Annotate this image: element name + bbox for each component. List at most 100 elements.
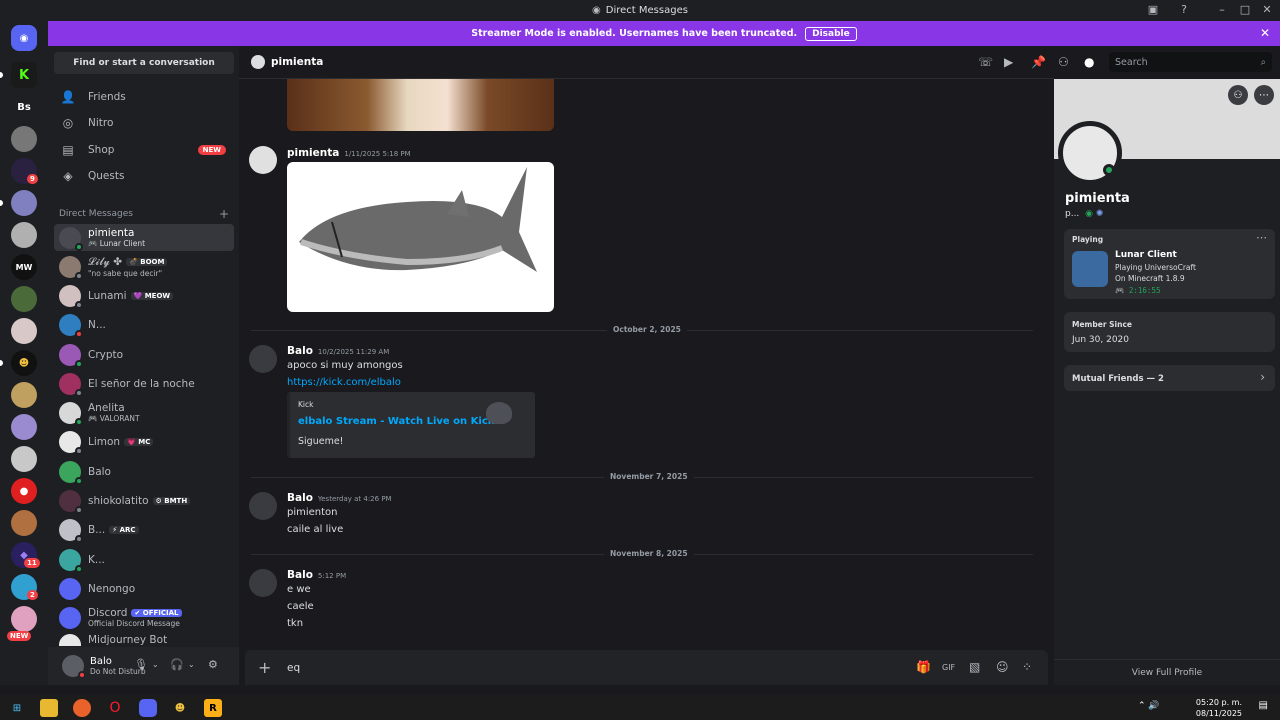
member-since-card: Member Since Jun 30, 2020: [1064, 312, 1275, 352]
more-icon[interactable]: ⋯: [1256, 231, 1267, 244]
server-kick[interactable]: K: [11, 62, 37, 88]
message-author[interactable]: Balo 10/2/2025 11:29 AM: [287, 345, 389, 357]
dm-item[interactable]: B... ⚡ ARC: [54, 516, 234, 543]
avatar[interactable]: [1058, 121, 1122, 185]
pin-icon[interactable]: 📌: [1031, 55, 1046, 69]
find-conversation-button[interactable]: Find or start a conversation: [54, 52, 234, 74]
dm-item[interactable]: 𝓛𝓲𝓵𝔂 ✤ 💣 BOOM "no sabe que decir": [54, 253, 234, 280]
server-icon[interactable]: [11, 446, 37, 472]
server-icon[interactable]: [11, 222, 37, 248]
message-author[interactable]: Balo 5:12 PM: [287, 569, 346, 581]
firefox-icon[interactable]: [73, 699, 91, 717]
close-icon[interactable]: ✕: [1260, 26, 1270, 40]
message-author[interactable]: Balo Yesterday at 4:26 PM: [287, 492, 392, 504]
notifications-icon[interactable]: ▤: [1259, 700, 1268, 711]
dm-item[interactable]: Anelita 🎮 VALORANT: [54, 399, 234, 426]
avatar: [59, 518, 83, 543]
dm-item[interactable]: pimienta 🎮 Lunar Client: [54, 224, 234, 251]
chevron-down-icon[interactable]: ⌄: [188, 660, 195, 669]
rockstar-icon[interactable]: R: [204, 699, 222, 717]
inbox-icon[interactable]: ▣: [1146, 3, 1160, 17]
discord-taskbar-icon[interactable]: [139, 699, 157, 717]
member-since-label: Member Since: [1072, 320, 1132, 329]
message-input[interactable]: eq: [287, 662, 300, 674]
search-input[interactable]: Search ⌕: [1109, 52, 1272, 72]
avatar[interactable]: [249, 492, 277, 520]
new-badge: NEW: [197, 145, 226, 155]
dm-item[interactable]: Crypto: [54, 341, 234, 368]
avatar[interactable]: [249, 345, 277, 373]
server-bs[interactable]: Bs: [11, 94, 37, 120]
chevron-down-icon[interactable]: ⌄: [152, 660, 159, 669]
message-author[interactable]: pimienta 1/11/2025 5:18 PM: [287, 147, 411, 159]
server-icon[interactable]: [11, 606, 37, 632]
avatar[interactable]: [62, 655, 86, 679]
mutual-friends-card[interactable]: Mutual Friends — 2 ›: [1064, 365, 1275, 391]
server-icon[interactable]: [11, 382, 37, 408]
phone-icon[interactable]: ☏: [978, 55, 993, 69]
add-friend-icon[interactable]: ⚇: [1228, 85, 1248, 105]
gif-icon[interactable]: GIF: [942, 663, 955, 672]
emoji-icon[interactable]: ☺: [996, 660, 1009, 674]
avatar: [59, 401, 83, 426]
file-explorer-icon[interactable]: [40, 699, 58, 717]
apps-icon[interactable]: ⁘: [1022, 660, 1032, 674]
nav-nitro[interactable]: ◎ Nitro: [58, 112, 238, 134]
app-icon[interactable]: ☻: [171, 699, 189, 717]
video-icon[interactable]: ▶: [1004, 55, 1013, 69]
image-attachment[interactable]: [287, 79, 554, 131]
image-attachment[interactable]: [287, 162, 554, 312]
dm-item[interactable]: Midjourney Bot: [54, 634, 234, 646]
chevron-right-icon: ›: [1260, 370, 1265, 384]
nav-quests[interactable]: ◈ Quests: [58, 165, 238, 187]
server-icon[interactable]: [11, 126, 37, 152]
gear-icon[interactable]: ⚙: [208, 658, 218, 671]
clock[interactable]: 05:20 p. m. 08/11/2025: [1196, 697, 1242, 719]
more-icon[interactable]: ⋯: [1254, 85, 1274, 105]
avatar[interactable]: [249, 146, 277, 174]
server-icon[interactable]: [11, 286, 37, 312]
add-friends-icon[interactable]: ⚇: [1058, 55, 1069, 69]
server-icon[interactable]: [11, 414, 37, 440]
disable-button[interactable]: Disable: [805, 26, 857, 41]
dm-item[interactable]: Nenongo: [54, 575, 234, 602]
avatar[interactable]: [249, 569, 277, 597]
dm-item[interactable]: shiokolatito ⚙ BMTH: [54, 487, 234, 514]
server-icon[interactable]: [11, 318, 37, 344]
banner-text: Streamer Mode is enabled. Usernames have…: [471, 28, 798, 39]
create-dm-icon[interactable]: +: [219, 207, 229, 221]
dm-item[interactable]: Discord ✔ OFFICIAL Official Discord Messag…: [54, 604, 234, 631]
dm-item[interactable]: N...: [54, 311, 234, 338]
nav-shop[interactable]: ▤ Shop NEW: [58, 139, 238, 161]
user-profile-icon[interactable]: ●: [1084, 55, 1094, 69]
headphones-icon[interactable]: 🎧: [170, 658, 184, 671]
server-icon[interactable]: [11, 510, 37, 536]
nav-label: Shop: [88, 144, 115, 156]
nav-friends[interactable]: 👤 Friends: [58, 86, 238, 108]
message-link[interactable]: https://kick.com/elbalo: [287, 377, 401, 388]
server-icon[interactable]: [11, 190, 37, 216]
dm-item[interactable]: K...: [54, 546, 234, 573]
sticker-icon[interactable]: ▧: [969, 660, 980, 674]
dm-item[interactable]: Lunami 💜 MEOW: [54, 282, 234, 309]
dm-item[interactable]: Limon 💗 MC: [54, 428, 234, 455]
dm-item[interactable]: El señor de la noche: [54, 370, 234, 397]
server-icon[interactable]: ●: [11, 478, 37, 504]
microphone-icon[interactable]: 🎙: [134, 658, 148, 671]
server-icon[interactable]: ☻: [11, 350, 37, 376]
windows-start-icon[interactable]: ⊞: [8, 699, 26, 717]
home-button[interactable]: ◉: [11, 25, 37, 51]
close-window-button[interactable]: ✕: [1260, 3, 1274, 17]
tray-icons[interactable]: ⌃ 🔊: [1138, 701, 1160, 711]
gift-icon[interactable]: 🎁: [916, 660, 931, 674]
upload-plus-icon[interactable]: +: [258, 658, 271, 677]
server-icon[interactable]: MW: [11, 254, 37, 280]
dm-item[interactable]: Balo: [54, 458, 234, 485]
help-icon[interactable]: ?: [1177, 3, 1191, 17]
minimize-button[interactable]: –: [1215, 3, 1229, 17]
maximize-button[interactable]: □: [1238, 3, 1252, 17]
embed-title[interactable]: elbalo Stream - Watch Live on Kick: [298, 416, 494, 427]
game-icon: 🎮: [88, 414, 98, 423]
opera-icon[interactable]: O: [106, 699, 124, 717]
view-full-profile-button[interactable]: View Full Profile: [1054, 659, 1280, 685]
